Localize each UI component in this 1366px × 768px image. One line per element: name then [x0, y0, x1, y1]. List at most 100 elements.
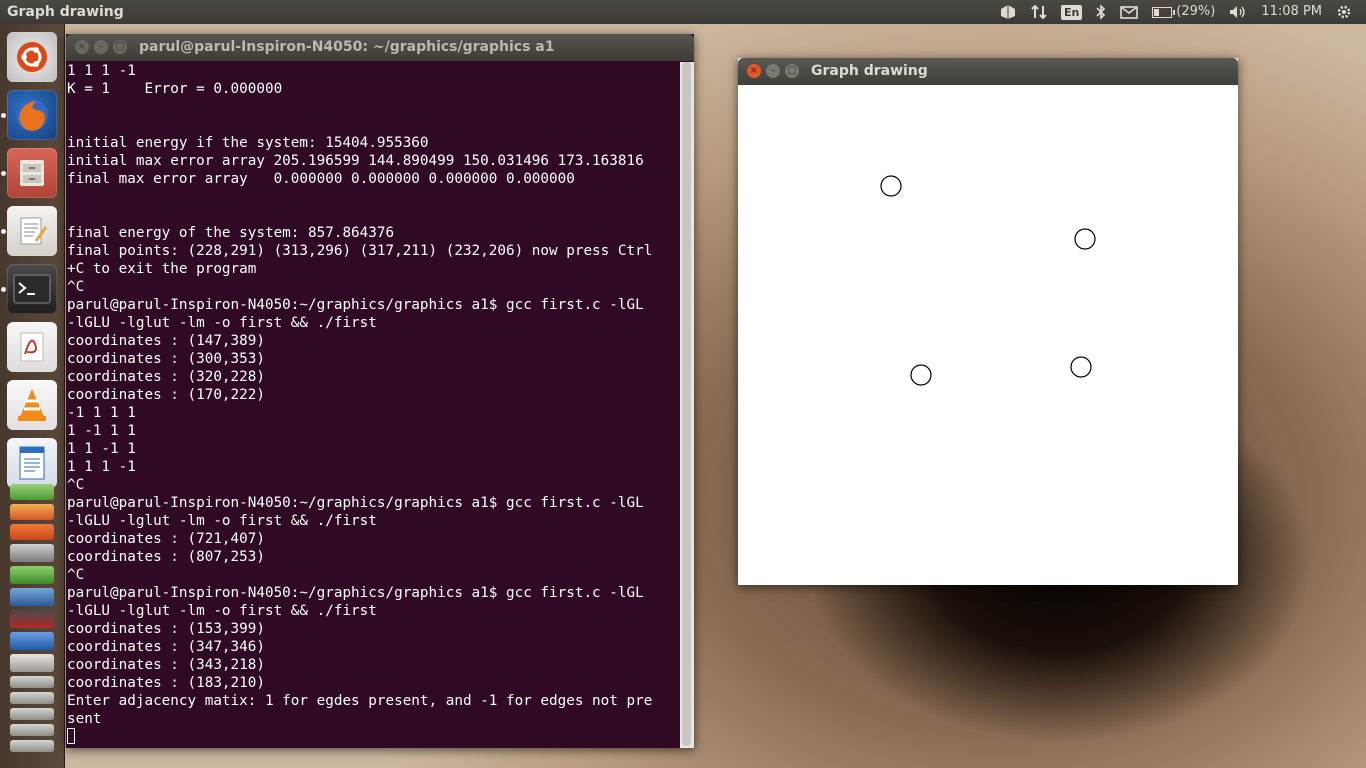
terminal-icon	[13, 274, 51, 304]
mail-icon[interactable]	[1120, 5, 1139, 19]
top-panel: Graph drawing En (29%) 11:08 PM	[0, 0, 1366, 24]
terminal-line: 1 1 1 -1	[67, 63, 136, 79]
terminal-line: ^C	[67, 567, 85, 583]
terminal-launcher[interactable]	[7, 264, 57, 314]
maximize-icon[interactable]: □	[113, 40, 127, 54]
running-indicator-firefox	[1, 113, 6, 118]
dropbox-icon[interactable]	[999, 4, 1017, 20]
firefox-launcher[interactable]	[7, 90, 57, 140]
software-center-launcher[interactable]	[10, 524, 54, 540]
launcher-stack-item[interactable]	[10, 692, 54, 704]
graph-node	[910, 364, 932, 386]
terminal-window[interactable]: × – □ parul@parul-Inspiron-N4050: ~/grap…	[66, 34, 694, 748]
bluetooth-launcher[interactable]	[10, 632, 54, 650]
keyboard-layout-icon[interactable]: En	[1060, 4, 1083, 20]
ubuntu-dash-button[interactable]	[7, 32, 57, 82]
graph-window-title: Graph drawing	[811, 63, 928, 79]
terminal-line: -lGLU -lglut -lm -o first && ./first	[67, 315, 377, 331]
terminal-line: 1 1 -1 1	[67, 441, 136, 457]
scrollbar-thumb[interactable]	[682, 62, 691, 746]
terminal-line: 1 1 1 -1	[67, 459, 136, 475]
terminal-line: ^C	[67, 477, 85, 493]
maximize-icon[interactable]: □	[785, 64, 799, 78]
graph-window-titlebar[interactable]: × – □ Graph drawing	[738, 58, 1238, 85]
writer-doc-icon	[19, 446, 45, 480]
writer-launcher[interactable]	[7, 438, 57, 488]
terminal-line: -lGLU -lglut -lm -o first && ./first	[67, 603, 377, 619]
bluetooth-icon[interactable]	[1096, 4, 1106, 20]
running-indicator-text-editor	[1, 229, 6, 234]
media-launcher[interactable]	[10, 610, 54, 628]
launcher-stack-item[interactable]	[10, 724, 54, 736]
terminal-line: -1 1 1 1	[67, 405, 136, 421]
terminal-line: final energy of the system: 857.864376	[67, 225, 395, 241]
minimize-icon[interactable]: –	[766, 64, 780, 78]
ubuntu-logo-icon	[17, 42, 47, 72]
terminal-line: -lGLU -lglut -lm -o first && ./first	[67, 513, 377, 529]
terminal-line: coordinates : (347,346)	[67, 639, 265, 655]
text-editor-launcher[interactable]	[7, 206, 57, 256]
r-launcher[interactable]	[10, 588, 54, 606]
minimize-icon[interactable]: –	[94, 40, 108, 54]
terminal-line: coordinates : (147,389)	[67, 333, 265, 349]
battery-percent: (29%)	[1176, 4, 1216, 19]
terminal-line: coordinates : (807,253)	[67, 549, 265, 565]
close-icon[interactable]: ×	[75, 40, 89, 54]
active-app-title: Graph drawing	[7, 4, 124, 20]
terminal-line: coordinates : (320,228)	[67, 369, 265, 385]
terminal-line: coordinates : (343,218)	[67, 657, 265, 673]
terminal-line: coordinates : (183,210)	[67, 675, 265, 691]
graph-drawing-window[interactable]: × – □ Graph drawing	[738, 58, 1238, 585]
document-viewer-launcher[interactable]	[7, 322, 57, 372]
impress-launcher[interactable]	[10, 504, 54, 520]
network-updown-icon[interactable]	[1031, 4, 1047, 20]
terminal-output[interactable]: 1 1 1 -1 K = 1 Error = 0.000000 initial en…	[67, 62, 679, 748]
terminal-line: parul@parul-Inspiron-N4050:~/graphics/gr…	[67, 585, 644, 601]
volume-icon[interactable]	[1229, 5, 1247, 19]
battery-icon	[1152, 6, 1176, 18]
graph-node	[1070, 356, 1092, 378]
terminal-prompt-line[interactable]	[67, 728, 679, 746]
files-launcher[interactable]	[7, 148, 57, 198]
terminal-line: coordinates : (721,407)	[67, 531, 265, 547]
launcher	[0, 24, 65, 768]
running-indicator-files	[1, 171, 6, 176]
graph-node	[880, 175, 902, 197]
clock[interactable]: 11:08 PM	[1261, 0, 1322, 24]
terminal-line: final max error array 0.000000 0.000000 …	[67, 171, 575, 187]
running-indicator-terminal	[1, 287, 6, 292]
text-cursor	[67, 728, 75, 744]
launcher-stack-item[interactable]	[10, 676, 54, 688]
terminal-titlebar[interactable]: × – □ parul@parul-Inspiron-N4050: ~/grap…	[66, 34, 694, 61]
terminal-scrollbar[interactable]	[680, 62, 694, 748]
launcher-stack-item[interactable]	[10, 740, 54, 752]
graph-canvas[interactable]	[738, 85, 1238, 585]
terminal-line: sent	[67, 711, 102, 727]
settings-gear-icon[interactable]	[1336, 4, 1352, 20]
pidgin-launcher[interactable]	[10, 566, 54, 584]
trash-launcher[interactable]	[10, 654, 54, 672]
terminal-title: parul@parul-Inspiron-N4050: ~/graphics/g…	[139, 39, 555, 55]
vlc-cone-icon	[18, 389, 46, 421]
close-icon[interactable]: ×	[747, 64, 761, 78]
pdf-viewer-icon	[20, 332, 44, 362]
file-cabinet-icon	[20, 160, 44, 186]
terminal-line: ^C	[67, 279, 85, 295]
terminal-line: K = 1 Error = 0.000000	[67, 81, 283, 97]
terminal-line: coordinates : (300,353)	[67, 351, 265, 367]
keyboard-layout-label: En	[1060, 4, 1083, 20]
calc-launcher[interactable]	[10, 484, 54, 500]
terminal-line: parul@parul-Inspiron-N4050:~/graphics/gr…	[67, 495, 644, 511]
system-tray: En (29%) 11:08 PM	[999, 0, 1366, 24]
battery-indicator[interactable]: (29%)	[1152, 0, 1215, 24]
terminal-line: parul@parul-Inspiron-N4050:~/graphics/gr…	[67, 297, 644, 313]
vlc-launcher[interactable]	[7, 380, 57, 430]
terminal-line: coordinates : (153,399)	[67, 621, 265, 637]
printer-launcher[interactable]	[10, 544, 54, 562]
text-editor-icon	[20, 217, 47, 245]
launcher-stack-item[interactable]	[10, 708, 54, 720]
